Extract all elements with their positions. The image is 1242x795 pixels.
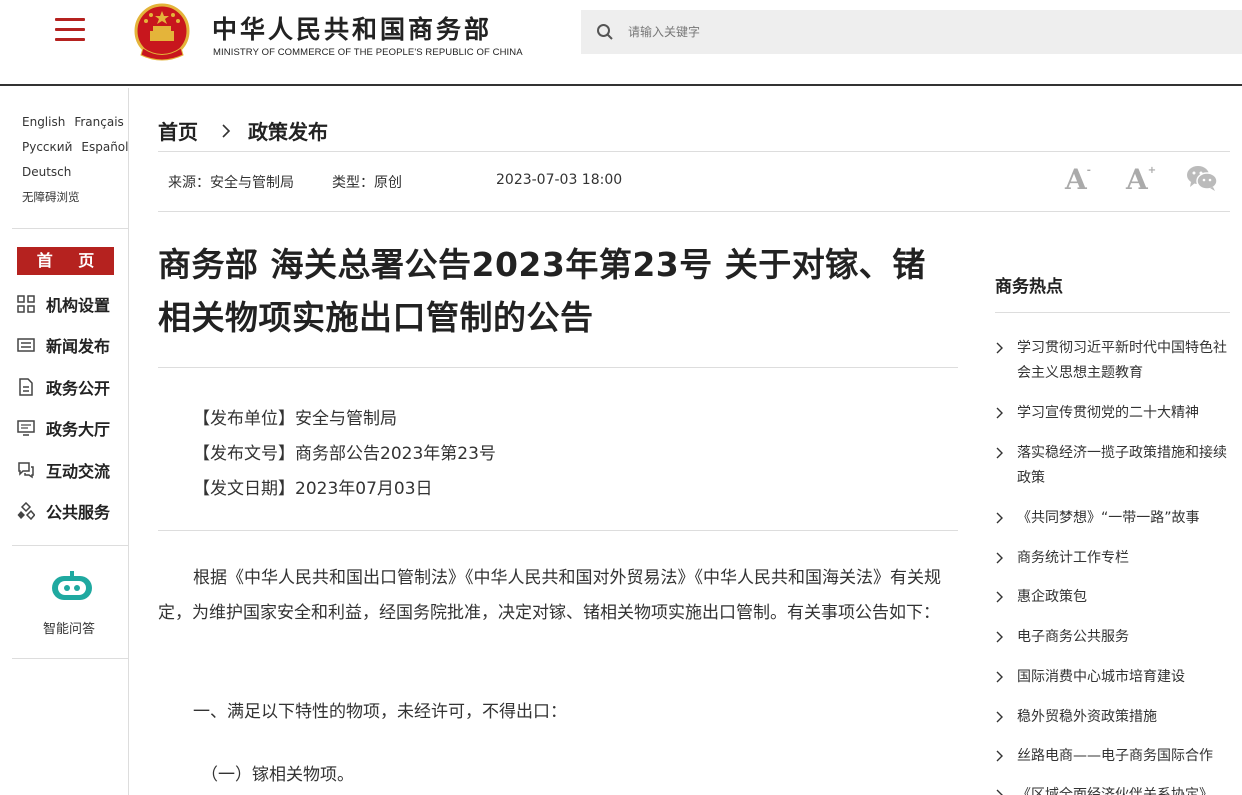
assistant-label[interactable]: 智能问答 [43, 618, 95, 637]
hot-topic-link[interactable]: 学习宣传贯彻党的二十大精神 [995, 401, 1230, 426]
hot-topic-link[interactable]: 惠企政策包 [995, 585, 1230, 610]
meta-type: 类型：原创 [332, 175, 402, 191]
nav-label: 政务大厅 [46, 420, 111, 439]
chevron-right-icon [996, 711, 1003, 723]
hot-topic-link[interactable]: 稳外贸稳外资政策措施 [995, 705, 1230, 730]
site-title[interactable]: 中华人民共和国商务部 [212, 10, 492, 46]
hot-topic-label: 《共同梦想》“一带一路”故事 [1017, 510, 1200, 526]
divider [158, 211, 1230, 212]
chevron-right-icon [222, 123, 231, 138]
chevron-right-icon [996, 342, 1003, 354]
menu-icon[interactable] [55, 18, 85, 44]
chevron-right-icon [996, 789, 1003, 795]
search-input[interactable] [628, 25, 1128, 39]
chevron-right-icon [996, 407, 1003, 419]
divider [12, 545, 128, 546]
document-icon [19, 378, 33, 396]
nav-label: 机构设置 [46, 296, 111, 315]
hot-topic-label: 国际消费中心城市培育建设 [1017, 669, 1185, 685]
lang-english[interactable]: English [22, 115, 65, 129]
search-icon[interactable] [596, 23, 614, 41]
article-paragraph: （一）镓相关物项。 [201, 765, 354, 785]
nav-news[interactable]: 新闻发布 [17, 333, 110, 357]
hot-topic-link[interactable]: 丝路电商——电子商务国际合作 [995, 744, 1230, 769]
font-smaller-button[interactable]: A- [1065, 163, 1091, 196]
font-larger-button[interactable]: A+ [1126, 163, 1156, 196]
robot-assistant-icon[interactable] [50, 571, 94, 605]
hot-topic-link[interactable]: 电子商务公共服务 [995, 625, 1230, 650]
article-paragraph: 一、满足以下特性的物项，未经许可，不得出口： [193, 702, 567, 722]
nav-label: 政务公开 [46, 379, 111, 398]
hot-topic-label: 商务统计工作专栏 [1017, 550, 1129, 566]
lang-russian[interactable]: Русский [22, 140, 72, 154]
hot-topic-link[interactable]: 国际消费中心城市培育建设 [995, 665, 1230, 690]
chevron-right-icon [996, 631, 1003, 643]
divider [12, 658, 128, 659]
hot-topic-link[interactable]: 学习贯彻习近平新时代中国特色社会主义思想主题教育 [995, 336, 1230, 386]
national-emblem-icon[interactable] [133, 3, 191, 63]
news-list-icon [17, 338, 35, 352]
site-header: 中华人民共和国商务部 MINISTRY OF COMMERCE OF THE P… [0, 0, 1242, 86]
wechat-share-icon[interactable] [1186, 164, 1218, 192]
hot-topic-label: 学习宣传贯彻党的二十大精神 [1017, 405, 1199, 421]
article-doc-number: 【发布文号】商务部公告2023年第23号 [193, 444, 496, 464]
breadcrumb-current[interactable]: 政策发布 [248, 116, 328, 145]
lang-german[interactable]: Deutsch [22, 165, 71, 179]
accessibility-link[interactable]: 无障碍浏览 [22, 190, 80, 204]
article-title: 商务部 海关总署公告2023年第23号 关于对镓、锗相关物项实施出口管制的公告 [158, 245, 926, 337]
article-publisher: 【发布单位】安全与管制局 [193, 409, 397, 429]
hot-topic-label: 惠企政策包 [1017, 589, 1087, 605]
hot-topic-label: 《区域全面经济伙伴关系协定》 [1017, 787, 1213, 795]
breadcrumb-home[interactable]: 首页 [158, 116, 198, 145]
nav-label: 互动交流 [46, 462, 111, 481]
search-bar[interactable] [581, 10, 1242, 54]
left-sidebar: English Français Русский Español Deutsch 无… [0, 88, 129, 795]
hot-topic-link[interactable]: 《共同梦想》“一带一路”故事 [995, 506, 1230, 531]
nav-org[interactable]: 机构设置 [17, 292, 110, 316]
divider [158, 367, 958, 368]
hot-topic-link[interactable]: 落实稳经济一揽子政策措施和接续政策 [995, 441, 1230, 491]
hot-topics-title: 商务热点 [995, 277, 1063, 297]
nav-gov-hall[interactable]: 政务大厅 [17, 416, 110, 440]
article-paragraph: 根据《中华人民共和国出口管制法》《中华人民共和国对外贸易法》《中华人民共和国海关… [158, 568, 941, 623]
breadcrumb: 首页 政策发布 [158, 116, 328, 145]
language-links: English Français Русский Español Deutsch 无… [22, 110, 137, 210]
divider [158, 151, 1230, 152]
chat-icon [18, 462, 34, 479]
hot-topic-link[interactable]: 商务统计工作专栏 [995, 546, 1230, 571]
hot-topic-link[interactable]: 《区域全面经济伙伴关系协定》 [995, 783, 1230, 795]
nav-label: 新闻发布 [46, 337, 111, 356]
chevron-right-icon [996, 447, 1003, 459]
lang-french[interactable]: Français [74, 115, 123, 129]
meta-date: 2023-07-03 18:00 [496, 172, 623, 188]
site-subtitle: MINISTRY OF COMMERCE OF THE PEOPLE'S REP… [213, 47, 523, 58]
article-doc-date: 【发文日期】2023年07月03日 [193, 479, 433, 499]
chevron-right-icon [996, 512, 1003, 524]
nav-interaction[interactable]: 互动交流 [17, 458, 110, 482]
nav-public-service[interactable]: 公共服务 [17, 499, 110, 523]
nav-label: 公共服务 [46, 503, 111, 522]
monitor-icon [17, 420, 35, 436]
meta-source: 来源：安全与管制局 [168, 175, 294, 191]
service-network-icon [17, 502, 35, 520]
chevron-right-icon [996, 750, 1003, 762]
nav-gov-info[interactable]: 政务公开 [17, 375, 110, 399]
chevron-right-icon [996, 671, 1003, 683]
divider [12, 228, 128, 229]
divider [995, 312, 1230, 313]
divider [158, 530, 958, 531]
hot-topic-label: 学习贯彻习近平新时代中国特色社会主义思想主题教育 [1017, 340, 1227, 381]
nav-home[interactable]: 首 页 [17, 247, 114, 275]
hot-topic-label: 落实稳经济一揽子政策措施和接续政策 [1017, 445, 1227, 486]
hot-topic-label: 丝路电商——电子商务国际合作 [1017, 748, 1213, 764]
hot-topic-label: 电子商务公共服务 [1017, 629, 1129, 645]
chevron-right-icon [996, 552, 1003, 564]
chevron-right-icon [996, 591, 1003, 603]
org-grid-icon [17, 295, 35, 313]
lang-spanish[interactable]: Español [81, 140, 128, 154]
hot-topic-label: 稳外贸稳外资政策措施 [1017, 709, 1157, 725]
